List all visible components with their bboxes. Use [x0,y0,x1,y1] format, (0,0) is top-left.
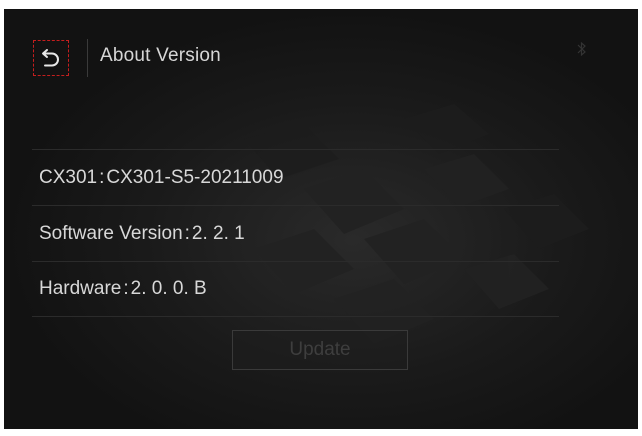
back-button[interactable] [33,40,69,76]
model-label: CX301 [39,166,98,188]
separator: : [184,222,190,244]
software-version-label: Software Version [39,222,183,244]
bluetooth-icon [577,41,586,57]
device-screen: About Version CX301: CX301-S5-20211009 So… [4,9,638,429]
header-divider [87,39,88,77]
model-row: CX301: CX301-S5-20211009 [32,149,559,205]
hardware-version-row: Hardware:2. 0. 0. B [32,261,559,317]
software-version-value: 2. 2. 1 [191,222,245,244]
hardware-value: 2. 0. 0. B [130,278,207,299]
version-info-list: CX301: CX301-S5-20211009 Software Version… [32,149,559,317]
separator: : [123,278,129,299]
page-title: About Version [100,45,221,66]
hardware-label: Hardware [39,278,122,299]
separator: : [99,166,105,188]
software-version-row: Software Version:2. 2. 1 [32,205,559,261]
model-value: CX301-S5-20211009 [106,166,284,188]
update-button[interactable]: Update [232,330,408,370]
back-arrow-icon [42,49,59,67]
header-bar: About Version [4,9,638,109]
